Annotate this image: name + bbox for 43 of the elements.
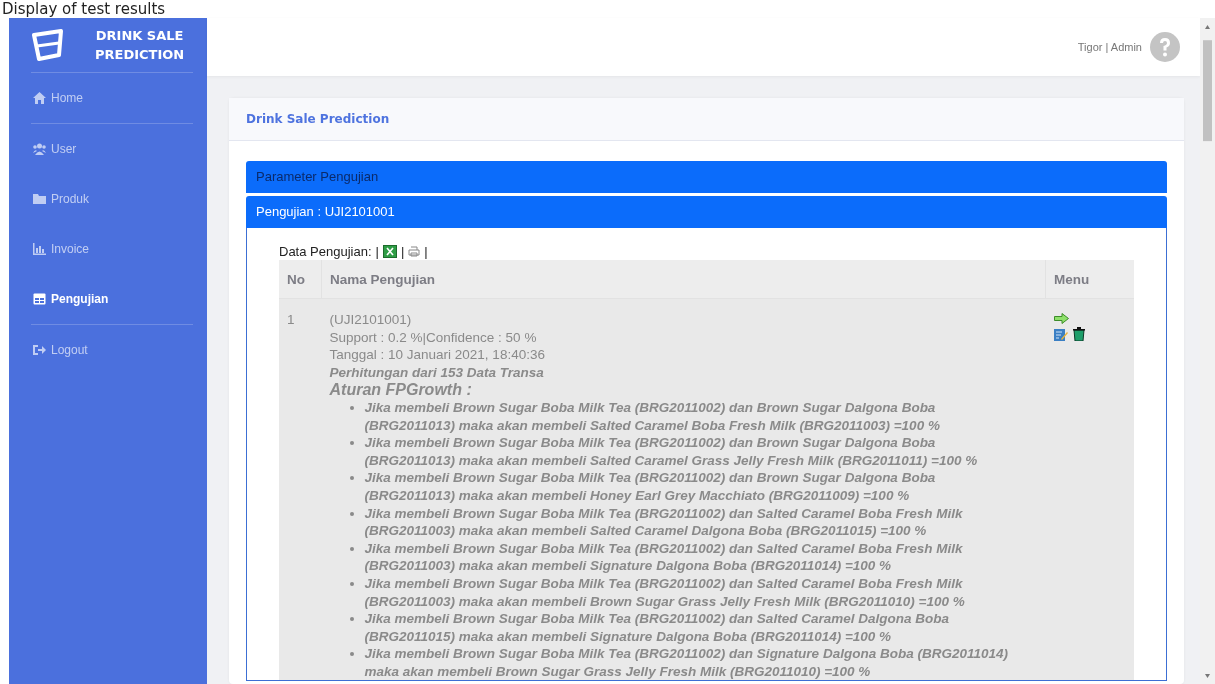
test-parameters: Support : 0.2 %|Confidence : 50 % [329, 328, 538, 347]
test-date: Tanggal : 10 Januari 2021, 18:40:36 [329, 346, 546, 364]
sidebar-item[interactable]: User [23, 124, 193, 174]
rule-text: Jika membeli Brown Sugar Boba Milk Tea (BRG2011002) dan Salted Caramel Dalgona Boba (BRG2011015) maka akan membeli Signature Dalgona Boba (BRG2011014) =100 % [364, 610, 950, 646]
panel-header[interactable]: Parameter Pengujian [246, 161, 1167, 193]
data-label: Data Pengujian: [279, 243, 372, 259]
brand-name: DRINK SALE PREDICTION [95, 27, 185, 64]
rule-text: Jika membeli Brown Sugar Boba Milk Tea (BRG2011002) dan Brown Sugar Dalgona Boba (BRG2011013) maka akan membeli Salted Caramel Grass Jelly Fresh Milk (BRG2011011) =100 % [364, 434, 979, 470]
bar-chart-icon [33, 243, 46, 255]
printer-icon[interactable] [408, 245, 421, 257]
users-icon [33, 143, 46, 155]
rule-text: Jika membeli Brown Sugar Boba Milk Tea (BRG2011002) dan Salted Caramel Boba Fresh Milk (BRG2011003) maka akan membeli Salted Caramel Dalgona Boba (BRG2011015) =100 % [364, 504, 964, 540]
rule-text: Jika membeli Brown Sugar Boba Milk Tea (BRG2011002) dan Salted Caramel Boba Fresh Milk (BRG2011003) maka akan membeli Signature Dalgona Boba (BRG2011014) =100 % [364, 539, 964, 575]
sidebar-item[interactable]: Pengujian [23, 274, 193, 324]
separator-text: | [423, 243, 429, 259]
column-header: Menu [1045, 260, 1134, 299]
spreadsheet-icon[interactable] [382, 244, 397, 258]
separator-text: | [399, 243, 406, 259]
table-icon [33, 293, 46, 305]
rule-text: Jika membeli Brown Sugar Boba Milk Tea (BRG2011002) dan Brown Sugar Dalgona Boba (BRG2011013) maka akan membeli Salted Caramel Boba Fresh Milk (BRG2011003) =100 % [364, 398, 941, 435]
rules-title: Aturan FPGrowth : [329, 381, 473, 399]
sidebar-item[interactable]: Home [23, 73, 193, 123]
trash-icon[interactable] [1072, 327, 1085, 341]
sidebar-item[interactable]: Logout [23, 325, 193, 375]
row-number: 1 [279, 298, 322, 681]
column-header: Nama Pengujian [321, 260, 1046, 299]
rule-text: Jika membeli Brown Sugar Boba Milk Tea (BRG2011002) dan Signature Dalgona Boba (BRG2011014) maka akan membeli Brown Sugar Grass Jelly Fresh Milk (BRG2011010) =100 % [364, 645, 1009, 681]
user-name[interactable]: Tigor | Admin [1077, 41, 1142, 53]
caption-text: Display of test results [1, 0, 166, 18]
panel-header[interactable]: Pengujian : UJI2101001 [246, 196, 1167, 228]
separator-text: | [374, 243, 380, 259]
cup-logo-icon [31, 29, 65, 61]
calculation-note: Perhitungan dari 153 Data Transa [329, 363, 545, 382]
sidebar-item[interactable]: Produk [23, 174, 193, 224]
test-code: (UJI2101001) [329, 311, 413, 329]
rule-text: Jika membeli Brown Sugar Boba Milk Tea (BRG2011002) dan Brown Sugar Dalgona Boba (BRG2011013) maka akan membeli Honey Earl Grey Macchiato (BRG2011009) =100 % [364, 469, 937, 505]
rule-text: Jika membeli Brown Sugar Boba Milk Tea (BRG2011002) dan Salted Caramel Boba Fresh Milk (BRG2011003) maka akan membeli Brown Sugar Grass Jelly Fresh Milk (BRG2011010) =100 % [364, 574, 966, 611]
folder-icon [33, 193, 46, 205]
sidebar-item[interactable]: Invoice [23, 224, 193, 274]
logout-icon [33, 344, 46, 356]
card-title: Drink Sale Prediction [229, 98, 1184, 141]
column-header: No [279, 260, 322, 299]
house-icon [33, 92, 46, 104]
